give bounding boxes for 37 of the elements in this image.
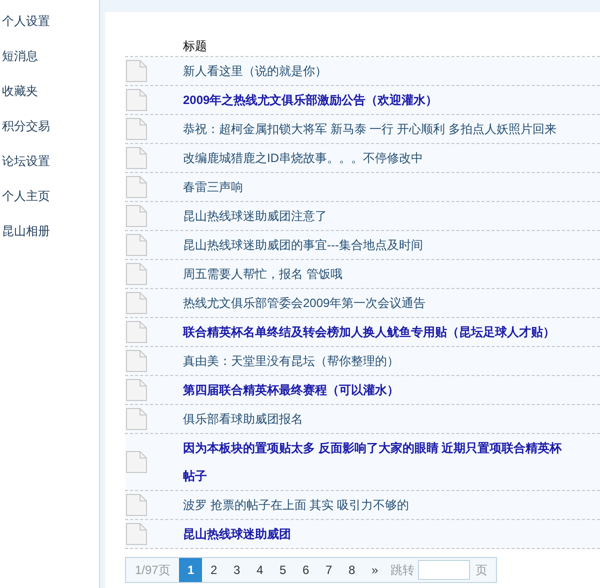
topic-link[interactable]: 恭祝：超柯金属扣锁大将军 新马泰 一行 开心顺利 多拍点人妖照片回来 (183, 115, 563, 143)
sidebar-link[interactable]: 昆山相册 (0, 224, 50, 238)
column-header: 标题 (183, 38, 207, 55)
topic-link[interactable]: 波罗 抢票的帖子在上面 其实 吸引力不够的 (183, 491, 563, 519)
topic-link[interactable]: 2009年之热线尤文俱乐部激励公告（欢迎灌水） (183, 86, 563, 114)
next-page-link[interactable]: » (363, 561, 386, 579)
page-link[interactable]: 7 (317, 558, 340, 582)
page-link[interactable]: 5 (271, 558, 294, 582)
sidebar-link[interactable]: 个人设置 (0, 14, 50, 28)
topic-link[interactable]: 昆山热线球迷助威团注意了 (183, 202, 563, 230)
topic-link[interactable]: 昆山热线球迷助威团 (183, 520, 563, 548)
topic-link[interactable]: 春雷三声响 (183, 173, 563, 201)
page-link[interactable]: 6 (294, 558, 318, 582)
page-link[interactable]: 2 (202, 558, 226, 582)
page-input[interactable] (418, 560, 470, 580)
topic-link[interactable]: 因为本板块的置项贴太多 反面影响了大家的眼睛 近期只置项联合精英杯帖子 (183, 434, 563, 490)
topic-link[interactable]: 第四届联合精英杯最终赛程（可以灌水） (183, 376, 563, 404)
sidebar-link[interactable]: 收藏夹 (0, 84, 38, 98)
page-link[interactable]: 3 (225, 558, 248, 582)
page-suffix: 页 (474, 562, 488, 579)
topic-link[interactable]: 昆山热线球迷助威团的事宜---集合地点及时间 (183, 231, 563, 259)
jump-label: 跳转 (389, 562, 414, 579)
topic-link[interactable]: 联合精英杯名单终结及转会榜加人换人鱿鱼专用贴（昆坛足球人才贴） (183, 318, 563, 346)
sidebar-link[interactable]: 积分交易 (0, 119, 50, 133)
page-link[interactable]: 8 (340, 558, 364, 582)
page-link[interactable]: 4 (248, 558, 272, 582)
sidebar-link[interactable]: 个人主页 (0, 189, 50, 203)
topic-link[interactable]: 新人看这里（说的就是你） (183, 57, 563, 85)
topic-link[interactable]: 周五需要人帮忙，报名 管饭哦 (183, 260, 563, 288)
sidebar-link[interactable]: 论坛设置 (0, 154, 50, 168)
page-info: 1/97页 (134, 562, 172, 579)
topic-link[interactable]: 真由美：天堂里没有昆坛（帮你整理的） (183, 347, 563, 375)
page-link[interactable]: 1 (179, 558, 202, 582)
topic-link[interactable]: 热线尤文俱乐部管委会2009年第一次会议通告 (183, 289, 563, 317)
sidebar-link[interactable]: 短消息 (0, 49, 38, 63)
topic-link[interactable]: 改编鹿城猎鹿之ID串烧故事。。。不停修改中 (183, 144, 563, 172)
topic-link[interactable]: 俱乐部看球助威团报名 (183, 405, 563, 433)
